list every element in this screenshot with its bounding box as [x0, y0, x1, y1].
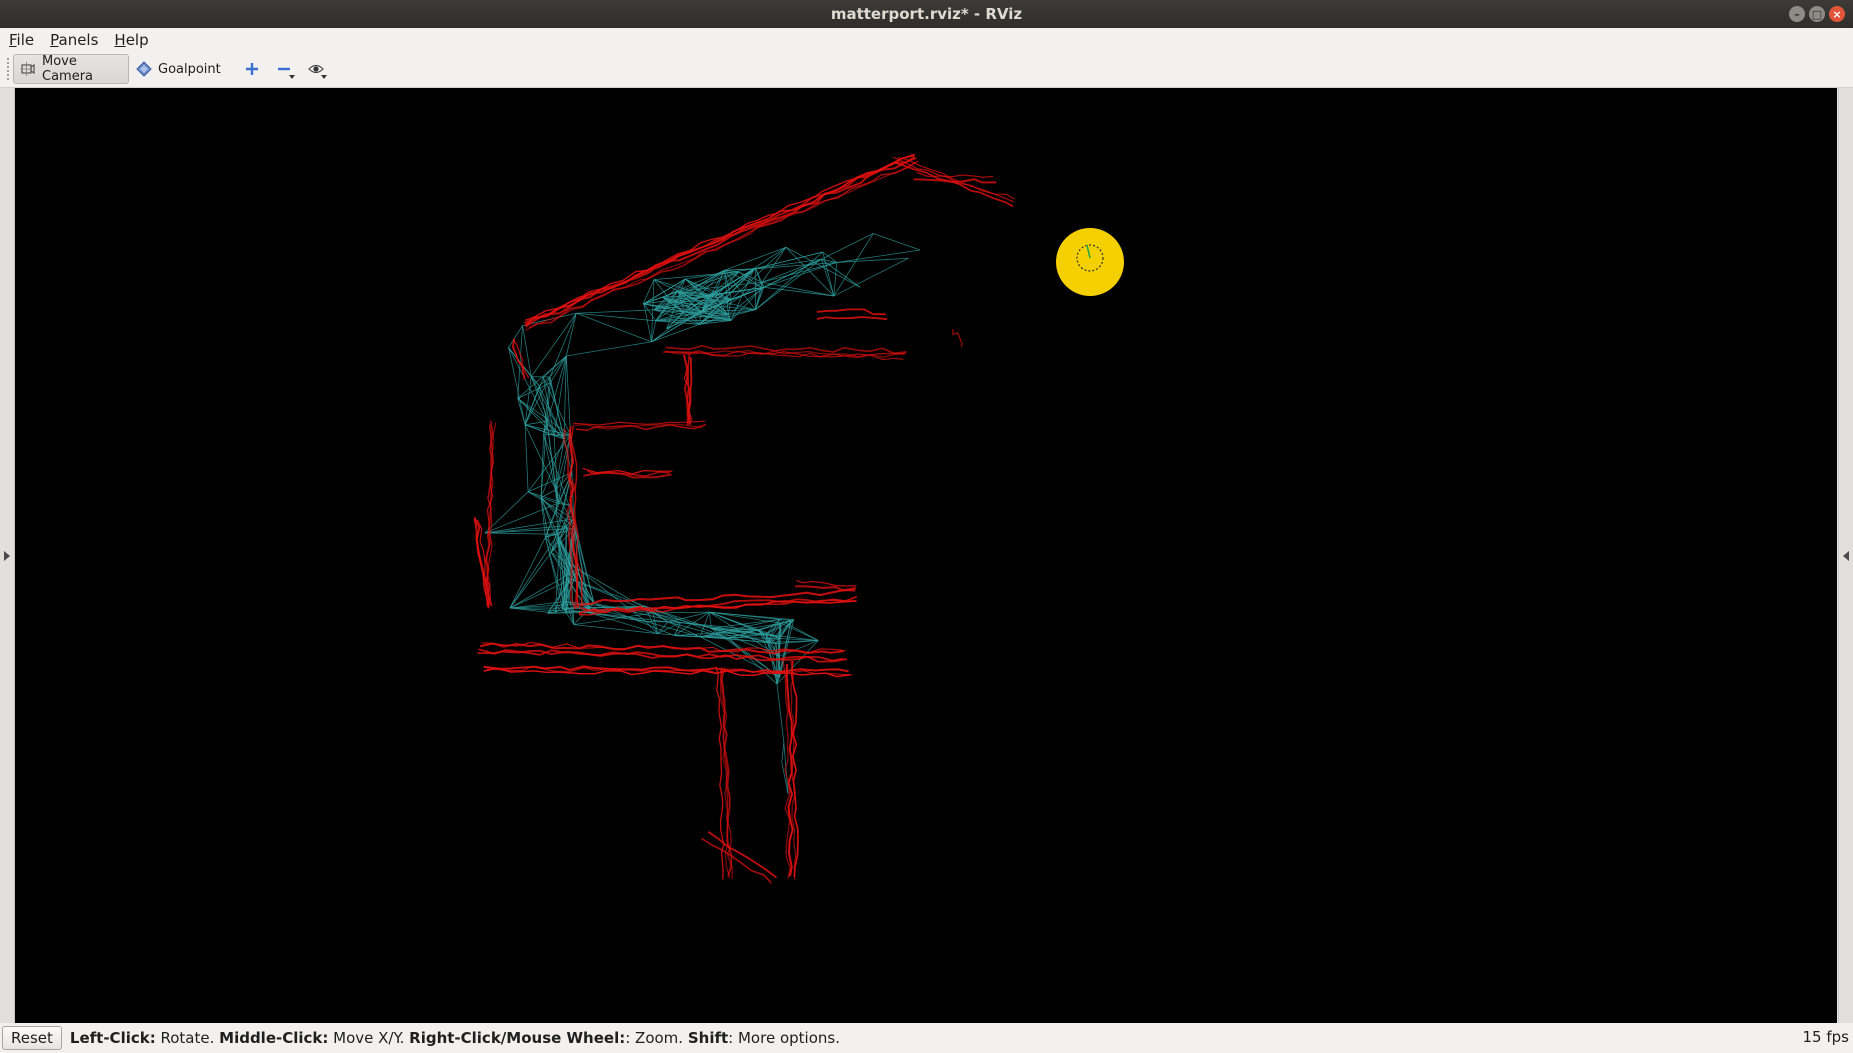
graph-edge	[566, 341, 652, 357]
graph-edge	[833, 262, 838, 296]
title-bar: matterport.rviz* - RViz – □ ×	[0, 0, 1853, 28]
graph-edge	[549, 377, 551, 383]
move-camera-icon	[20, 61, 36, 77]
window-title: matterport.rviz* - RViz	[830, 5, 1023, 23]
reset-label: Reset	[11, 1029, 53, 1047]
graph-edge	[573, 624, 658, 634]
map-wall-segment	[700, 837, 773, 884]
plus-icon	[244, 61, 260, 77]
hint-key: Shift	[687, 1029, 729, 1047]
minimize-button[interactable]: –	[1789, 6, 1805, 22]
menu-panels-label: anels	[58, 30, 99, 49]
map-wall-segment	[573, 420, 705, 426]
tools-toolbar: Move Camera Goalpoint	[0, 51, 1853, 88]
graph-edge	[762, 281, 834, 297]
graph-edge	[565, 355, 571, 436]
expand-left-icon	[4, 550, 10, 561]
scene-render	[473, 153, 1124, 884]
close-icon: ×	[1832, 7, 1842, 21]
hint-key: Right-Click/Mouse Wheel:	[409, 1029, 626, 1047]
graph-edge	[657, 621, 669, 634]
menu-help-label: elp	[125, 30, 149, 49]
menu-bar: File Panels Help	[0, 28, 1853, 51]
expand-right-icon	[1843, 550, 1849, 561]
graph-edge	[576, 312, 652, 343]
rviz-window: matterport.rviz* - RViz – □ × File Panel…	[0, 0, 1853, 1053]
goalpoint-tool-button[interactable]: Goalpoint	[129, 54, 234, 84]
close-button[interactable]: ×	[1829, 6, 1845, 22]
map-wall-segment	[707, 830, 778, 879]
menu-panels-mnemonic: P	[50, 30, 59, 49]
minimize-icon: –	[1794, 7, 1800, 21]
map-wall-segment	[796, 579, 857, 587]
hint-key: Middle-Click:	[219, 1029, 329, 1047]
goalpoint-icon	[136, 61, 152, 77]
graph-edge	[576, 309, 655, 314]
graph-edge	[524, 424, 529, 492]
menu-panels[interactable]: Panels	[41, 31, 105, 49]
hint-action: Move X/Y.	[328, 1029, 410, 1047]
hint-action: Rotate.	[155, 1029, 220, 1047]
occupancy-map	[473, 153, 1015, 884]
chevron-down-icon	[288, 75, 295, 79]
goalpoint-label: Goalpoint	[158, 61, 221, 77]
main-area	[0, 88, 1853, 1023]
menu-help-mnemonic: H	[114, 30, 126, 49]
hint-action: : Zoom.	[625, 1029, 688, 1047]
map-wall-segment	[952, 328, 963, 347]
graph-edge	[836, 257, 909, 263]
menu-help[interactable]: Help	[105, 31, 155, 49]
menu-file-label: ile	[16, 30, 35, 49]
graph-edge	[776, 683, 785, 743]
robot-marker	[1056, 228, 1124, 296]
fps-counter: 15 fps	[1802, 1028, 1849, 1046]
toolbar-grip[interactable]	[6, 57, 10, 81]
add-tool-button[interactable]	[238, 54, 266, 84]
map-wall-segment	[897, 157, 1015, 200]
robot-footprint	[1056, 228, 1124, 296]
right-dock-toggle[interactable]	[1838, 88, 1853, 1023]
graph-edge	[576, 312, 656, 322]
view-tool-button[interactable]	[302, 54, 330, 84]
move-camera-tool-button[interactable]: Move Camera	[13, 54, 129, 84]
graph-edge	[833, 257, 909, 297]
menu-file[interactable]: File	[0, 31, 41, 49]
graph-edge	[738, 271, 763, 289]
hint-key: Left-Click:	[69, 1029, 156, 1047]
map-wall-segment	[894, 161, 1014, 208]
left-dock-toggle[interactable]	[0, 88, 15, 1023]
map-wall-segment	[816, 308, 886, 316]
graph-edge	[652, 612, 659, 634]
mouse-hints: Left-Click: Rotate. Middle-Click: Move X…	[70, 1029, 840, 1047]
window-controls: – □ ×	[1789, 6, 1845, 22]
graph-edge	[509, 552, 552, 609]
graph-edge	[836, 249, 921, 263]
3d-render-viewport[interactable]	[15, 88, 1837, 1023]
menu-file-mnemonic: F	[9, 30, 17, 49]
reset-button[interactable]: Reset	[2, 1026, 62, 1050]
status-bar: Reset Left-Click: Rotate. Middle-Click: …	[0, 1023, 1853, 1053]
maximize-button[interactable]: □	[1809, 6, 1825, 22]
graph-edge	[873, 233, 921, 251]
chevron-down-icon	[320, 75, 327, 79]
move-camera-label: Move Camera	[42, 54, 94, 84]
hint-action: : More options.	[728, 1029, 840, 1047]
graph-edge	[554, 434, 571, 436]
map-wall-segment	[816, 316, 888, 321]
maximize-icon: □	[1811, 7, 1823, 21]
map-wall-segment	[795, 585, 857, 592]
remove-tool-button[interactable]	[270, 54, 298, 84]
graph-edge	[781, 742, 785, 762]
